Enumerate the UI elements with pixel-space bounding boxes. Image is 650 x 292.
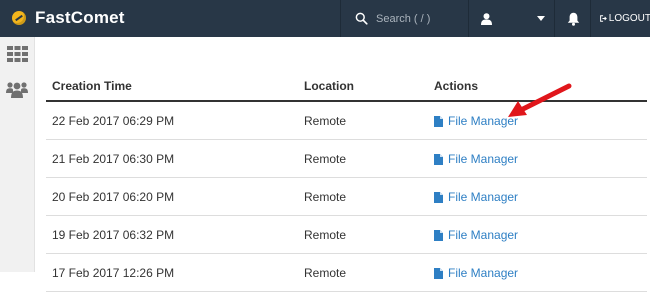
table-row: 17 Feb 2017 12:26 PM Remote File Manager [46,254,647,292]
sidebar-apps-button[interactable] [5,43,29,65]
column-header-location: Location [304,79,354,93]
grid-icon [6,46,28,62]
search-input[interactable] [374,11,468,26]
logout-label: LOGOUT [608,13,650,24]
logout-icon [600,15,607,22]
bell-icon [567,12,579,26]
file-icon [434,267,443,279]
table-row: 21 Feb 2017 06:30 PM Remote File Manager [46,140,647,178]
annotation-arrow-icon [508,83,572,117]
creation-time-cell: 20 Feb 2017 06:20 PM [52,190,175,204]
location-cell: Remote [304,114,347,128]
brand-logo[interactable]: FastComet [12,8,125,28]
creation-time-cell: 17 Feb 2017 12:26 PM [52,266,175,280]
user-icon [481,12,492,25]
creation-time-cell: 22 Feb 2017 06:29 PM [52,114,175,128]
search-icon [355,12,368,25]
file-manager-label: File Manager [448,228,519,242]
column-header-creation-time: Creation Time [52,79,132,93]
file-icon [434,115,443,127]
file-icon [434,229,443,241]
location-cell: Remote [304,152,347,166]
table-row: 19 Feb 2017 06:32 PM Remote File Manager [46,216,647,254]
file-manager-link[interactable]: File Manager [434,152,518,166]
location-cell: Remote [304,190,347,204]
file-manager-label: File Manager [448,266,519,280]
logout-button[interactable]: LOGOUT [590,0,650,37]
table-row: 20 Feb 2017 06:20 PM Remote File Manager [46,178,647,216]
notifications-button[interactable] [554,0,591,37]
file-manager-link[interactable]: File Manager [434,228,518,242]
location-cell: Remote [304,266,347,280]
file-manager-link[interactable]: File Manager [434,190,518,204]
brand-name: FastComet [35,8,125,27]
users-icon [6,81,28,98]
search-box[interactable] [340,0,469,37]
top-navigation-bar: FastComet LOGOUT [0,0,650,37]
column-header-actions: Actions [434,79,479,93]
file-icon [434,153,443,165]
fastcomet-logo-icon [12,11,26,25]
chevron-down-icon [537,16,545,21]
sidebar-users-button[interactable] [5,78,29,100]
left-sidebar [0,37,35,272]
user-menu[interactable] [468,0,555,37]
file-manager-label: File Manager [448,190,519,204]
creation-time-cell: 21 Feb 2017 06:30 PM [52,152,175,166]
creation-time-cell: 19 Feb 2017 06:32 PM [52,228,175,242]
file-icon [434,191,443,203]
file-manager-label: File Manager [448,152,519,166]
location-cell: Remote [304,228,347,242]
file-manager-link[interactable]: File Manager [434,266,518,280]
